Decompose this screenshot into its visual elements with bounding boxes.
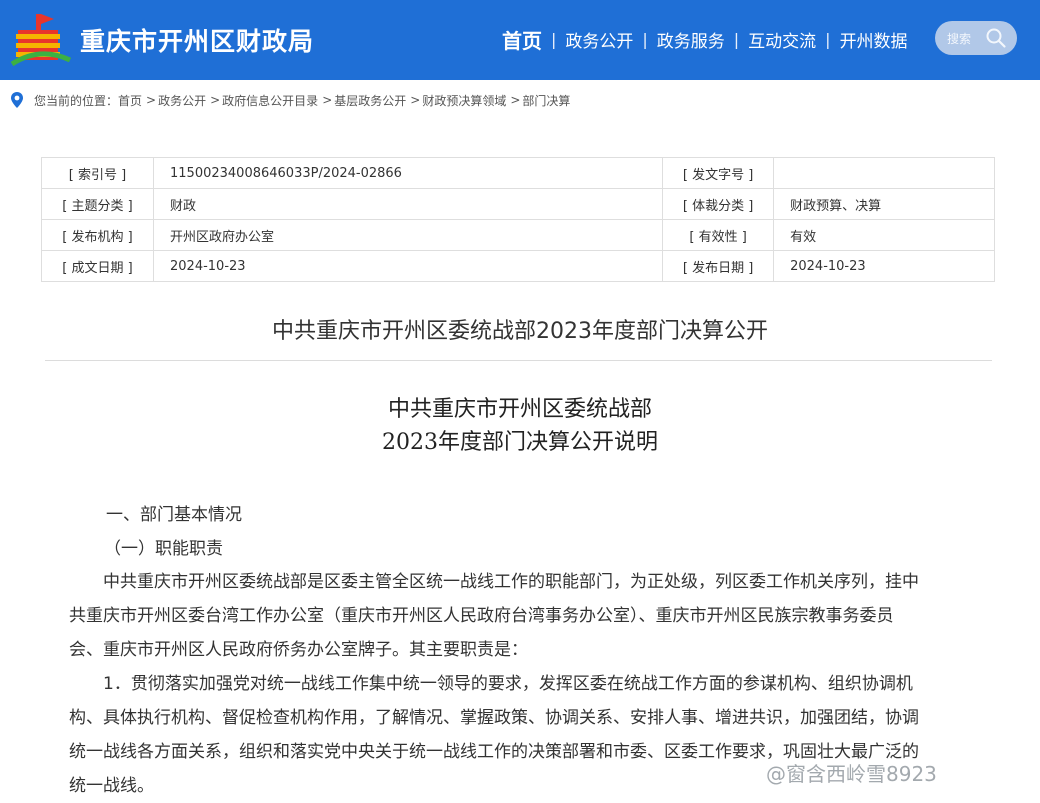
meta-label-written-date: [ 成文日期 ] — [41, 250, 154, 282]
meta-value-publisher: 开州区政府办公室 — [152, 219, 664, 251]
article-subtitle-line1: 中共重庆市开州区委统战部 — [387, 397, 652, 422]
search-icon[interactable] — [985, 27, 1007, 49]
site-logo[interactable] — [10, 10, 72, 68]
breadcrumb-separator: > — [210, 93, 221, 107]
meta-label-topic: [ 主题分类 ] — [41, 188, 154, 220]
nav-interaction[interactable]: 互动交流 — [740, 27, 824, 52]
search-box[interactable]: 搜索 — [935, 21, 1017, 55]
body-line: 共重庆市开州区委台湾工作办公室（重庆市开州区人民政府台湾事务办公室）、重庆市开州… — [69, 606, 894, 626]
body-line: 会、重庆市开州区人民政府侨务办公室牌子。其主要职责是： — [69, 640, 528, 660]
nav-gov-affairs[interactable]: 政务公开 — [557, 27, 641, 52]
meta-value-validity: 有效 — [773, 219, 995, 251]
search-placeholder[interactable]: 搜索 — [947, 30, 971, 47]
meta-row: [ 发布机构 ] 开州区政府办公室 [ 有效性 ] 有效 — [41, 219, 995, 251]
document-meta-table: [ 索引号 ] 11500234008646033P/2024-02866 [ … — [41, 157, 995, 282]
section-heading: 一、部门基本情况 — [106, 505, 242, 525]
article-subtitle-line2: 2023年度部门决算公开说明 — [382, 430, 658, 455]
watermark-text: @窗含西岭雪8923 — [766, 762, 937, 786]
meta-label-doc-number: [ 发文字号 ] — [662, 157, 775, 189]
meta-value-publish-date: 2024-10-23 — [773, 250, 995, 282]
breadcrumb: 您当前的位置： 首页 > 政务公开 > 政府信息公开目录 > 基层政务公开 > … — [10, 90, 570, 110]
nav-divider: | — [642, 29, 648, 49]
meta-row: [ 成文日期 ] 2024-10-23 [ 发布日期 ] 2024-10-23 — [41, 250, 995, 282]
article-subtitle: 中共重庆市开州区委统战部 2023年度部门决算公开说明 — [0, 393, 1040, 459]
body-line: 构、具体执行机构、督促检查机构作用，了解情况、掌握政策、协调关系、安排人事、增进… — [69, 708, 919, 728]
meta-value-index: 11500234008646033P/2024-02866 — [152, 157, 664, 189]
meta-label-publisher: [ 发布机构 ] — [41, 219, 154, 251]
meta-value-written-date: 2024-10-23 — [152, 250, 664, 282]
meta-value-genre: 财政预算、决算 — [773, 188, 995, 220]
nav-gov-services[interactable]: 政务服务 — [649, 27, 733, 52]
nav-home[interactable]: 首页 — [496, 25, 550, 54]
breadcrumb-separator: > — [322, 93, 333, 107]
breadcrumb-separator: > — [146, 93, 157, 107]
meta-label-genre: [ 体裁分类 ] — [662, 188, 775, 220]
subsection-heading: （一）职能职责 — [104, 539, 223, 559]
meta-value-topic: 财政 — [152, 188, 664, 220]
breadcrumb-item-home[interactable]: 首页 — [118, 92, 142, 109]
nav-kaizhou-data[interactable]: 开州数据 — [832, 27, 916, 52]
location-pin-icon — [11, 92, 23, 108]
breadcrumb-item-info-catalog[interactable]: 政府信息公开目录 — [222, 92, 318, 109]
breadcrumb-item-grassroots[interactable]: 基层政务公开 — [334, 92, 406, 109]
body-line: 中共重庆市开州区委统战部是区委主管全区统一战线工作的职能部门，为正处级，列区委工… — [69, 572, 919, 592]
breadcrumb-item-dept-accounts[interactable]: 部门决算 — [522, 92, 570, 109]
meta-row: [ 索引号 ] 11500234008646033P/2024-02866 [ … — [41, 157, 995, 189]
logo-emblem-icon — [10, 14, 72, 67]
breadcrumb-item-budget-field[interactable]: 财政预决算领域 — [422, 92, 506, 109]
site-title[interactable]: 重庆市开州区财政局 — [80, 22, 314, 58]
meta-row: [ 主题分类 ] 财政 [ 体裁分类 ] 财政预算、决算 — [41, 188, 995, 220]
meta-value-doc-number — [773, 157, 995, 189]
body-line: 1．贯彻落实加强党对统一战线工作集中统一领导的要求，发挥区委在统战工作方面的参谋… — [69, 674, 913, 694]
meta-label-validity: [ 有效性 ] — [662, 219, 775, 251]
nav-divider: | — [733, 29, 740, 49]
nav-divider: | — [825, 29, 831, 49]
site-header: 重庆市开州区财政局 首页 | 政务公开 | 政务服务 | 互动交流 | 开州数据… — [0, 0, 1040, 80]
document-title: 中共重庆市开州区委统战部2023年度部门决算公开 — [272, 319, 768, 344]
breadcrumb-separator: > — [410, 93, 421, 107]
breadcrumb-separator: > — [510, 93, 521, 107]
breadcrumb-item-gov-affairs[interactable]: 政务公开 — [158, 92, 206, 109]
main-nav: 首页 | 政务公开 | 政务服务 | 互动交流 | 开州数据 — [496, 25, 916, 54]
title-divider — [45, 360, 992, 361]
breadcrumb-prefix: 您当前的位置： — [34, 93, 119, 108]
meta-label-publish-date: [ 发布日期 ] — [662, 250, 775, 282]
meta-label-index: [ 索引号 ] — [41, 157, 154, 189]
nav-divider: | — [551, 29, 557, 49]
